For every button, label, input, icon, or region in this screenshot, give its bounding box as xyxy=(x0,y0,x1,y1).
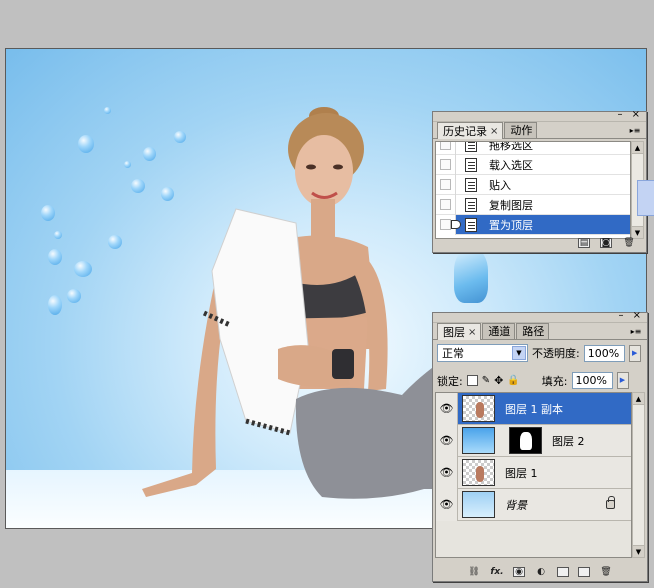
layer-row-layer-2[interactable]: 👁 图层 2 xyxy=(436,424,631,457)
eye-icon[interactable]: 👁 xyxy=(436,424,458,457)
eye-icon[interactable]: 👁 xyxy=(436,456,458,489)
layer-thumbnail xyxy=(462,459,495,486)
history-state-icon xyxy=(465,197,477,212)
opacity-slider-arrow-icon[interactable]: ▶ xyxy=(628,344,641,362)
tab-layers[interactable]: 图层 × xyxy=(437,323,482,340)
lock-pixels-icon[interactable]: ✎ xyxy=(482,375,490,386)
history-item-drag-selection[interactable]: 拖移选区 xyxy=(436,141,630,155)
mask-icon[interactable]: ◉ xyxy=(513,567,525,577)
history-snapshot-checkbox[interactable] xyxy=(436,154,456,175)
fx-icon[interactable]: fx. xyxy=(490,567,504,578)
history-item-paste-into[interactable]: 贴入 xyxy=(436,174,630,195)
eye-icon[interactable]: 👁 xyxy=(436,488,458,521)
scroll-down-icon[interactable]: ▼ xyxy=(633,545,644,557)
layers-scrollbar[interactable]: ▲ ▼ xyxy=(632,392,645,558)
opacity-label: 不透明度: xyxy=(532,347,580,360)
lock-position-icon[interactable]: ✥ xyxy=(494,374,503,387)
adjustment-icon[interactable]: ◐ xyxy=(534,567,548,578)
new-document-icon[interactable]: ▤ xyxy=(578,238,590,248)
history-state-icon xyxy=(465,217,477,232)
scrollbar-thumb[interactable] xyxy=(637,180,654,216)
history-state-icon xyxy=(465,157,477,172)
tab-actions[interactable]: 动作 xyxy=(504,122,538,138)
palette-menu-icon[interactable]: ▸≡ xyxy=(628,126,642,135)
palette-window-controls[interactable]: – × xyxy=(618,310,644,321)
history-snapshot-checkbox[interactable] xyxy=(436,174,456,195)
layer-name[interactable]: 图层 2 xyxy=(552,433,585,449)
layers-tabs: 图层 × 通道 路径 ▸≡ xyxy=(433,323,647,340)
close-icon[interactable]: × xyxy=(490,125,498,139)
history-tabs: 历史记录 × 动作 ▸≡ xyxy=(433,122,646,139)
fill-value: 100% xyxy=(575,374,607,387)
lock-label: 锁定: xyxy=(437,374,463,388)
tab-label: 通道 xyxy=(488,325,511,338)
layer-name[interactable]: 背景 xyxy=(505,497,527,513)
close-icon[interactable]: × xyxy=(468,326,476,340)
history-snapshot-checkbox[interactable] xyxy=(436,194,456,215)
blend-mode-select[interactable]: 正常 ▼ xyxy=(437,344,528,362)
palette-titlebar[interactable]: – × xyxy=(433,310,647,323)
trash-icon[interactable]: 🗑 xyxy=(599,567,613,578)
layers-panel: – × 图层 × 通道 路径 ▸≡ 正常 ▼ 不透明度: 100% ▶ 锁定: … xyxy=(432,310,648,582)
layer-mask-thumbnail[interactable] xyxy=(509,427,542,454)
lock-fill-row: 锁定: ✎ ✥ 🔒 填充: 100% ▶ xyxy=(437,372,643,389)
blend-mode-value: 正常 xyxy=(442,347,464,360)
lock-all-icon[interactable]: 🔒 xyxy=(507,375,519,386)
layer-thumbnail xyxy=(462,427,495,454)
folder-icon[interactable] xyxy=(557,567,569,577)
history-snapshot-checkbox[interactable] xyxy=(436,142,456,155)
tab-label: 历史记录 xyxy=(443,124,487,138)
tab-label: 动作 xyxy=(510,124,533,137)
tab-history[interactable]: 历史记录 × xyxy=(437,122,504,139)
lock-transparency-icon[interactable] xyxy=(466,375,478,386)
scroll-up-icon[interactable]: ▲ xyxy=(632,142,643,154)
history-state-icon xyxy=(465,142,477,152)
history-item-label: 置为顶层 xyxy=(489,218,533,232)
history-item-label: 贴入 xyxy=(489,178,511,192)
fill-slider-arrow-icon[interactable]: ▶ xyxy=(616,372,629,389)
layer-thumbnail xyxy=(462,491,495,518)
layer-thumbnail xyxy=(462,395,495,422)
history-item-duplicate-layer[interactable]: 复制图层 xyxy=(436,194,630,215)
scroll-up-icon[interactable]: ▲ xyxy=(633,393,644,405)
history-state-pointer-icon[interactable] xyxy=(451,220,461,229)
layer-row-layer-1-copy[interactable]: 👁 图层 1 副本 xyxy=(436,393,631,425)
fill-input[interactable]: 100% xyxy=(571,372,613,389)
layer-name[interactable]: 图层 1 副本 xyxy=(505,401,563,417)
fill-label: 填充: xyxy=(541,374,568,388)
trash-icon[interactable]: 🗑 xyxy=(622,238,636,249)
lock-icon xyxy=(606,496,615,509)
history-scrollbar[interactable]: ▲ ▼ xyxy=(631,141,654,239)
opacity-input[interactable]: 100% xyxy=(583,344,625,362)
layer-row-background[interactable]: 👁 背景 xyxy=(436,488,631,521)
layer-row-layer-1[interactable]: 👁 图层 1 xyxy=(436,456,631,489)
history-state-icon xyxy=(465,177,477,192)
layers-list[interactable]: 👁 图层 1 副本 👁 图层 2 👁 图层 1 👁 背景 xyxy=(435,392,632,558)
layers-footer: ⛓ fx. ◉ ◐ 🗑 xyxy=(433,563,647,581)
new-layer-icon[interactable] xyxy=(578,567,590,577)
history-item-label: 复制图层 xyxy=(489,198,533,212)
eye-icon[interactable]: 👁 xyxy=(436,393,458,425)
link-icon[interactable]: ⛓ xyxy=(467,567,481,578)
tab-label: 图层 xyxy=(443,325,465,339)
palette-titlebar[interactable]: – × xyxy=(433,109,646,122)
tab-paths[interactable]: 路径 xyxy=(516,323,550,339)
blend-opacity-row: 正常 ▼ 不透明度: 100% ▶ xyxy=(437,344,643,362)
palette-menu-icon[interactable]: ▸≡ xyxy=(629,327,643,336)
history-item-bring-to-front[interactable]: 置为顶层 xyxy=(436,214,630,235)
history-footer: ▤ ◙ 🗑 xyxy=(433,234,646,252)
layer-name[interactable]: 图层 1 xyxy=(505,465,538,481)
opacity-value: 100% xyxy=(587,346,620,360)
history-item-label: 载入选区 xyxy=(489,158,533,172)
history-panel: – × 历史记录 × 动作 ▸≡ 拖移选区 载入选区 贴入 复制图层 置为顶层 … xyxy=(432,109,654,253)
history-item-load-selection[interactable]: 载入选区 xyxy=(436,154,630,175)
tab-channels[interactable]: 通道 xyxy=(482,323,516,339)
chevron-down-icon[interactable]: ▼ xyxy=(512,346,526,360)
camera-icon[interactable]: ◙ xyxy=(600,238,612,248)
history-list[interactable]: 拖移选区 载入选区 贴入 复制图层 置为顶层 xyxy=(435,141,631,239)
tab-label: 路径 xyxy=(522,325,545,338)
palette-window-controls[interactable]: – × xyxy=(617,109,643,120)
history-item-label: 拖移选区 xyxy=(489,141,533,152)
